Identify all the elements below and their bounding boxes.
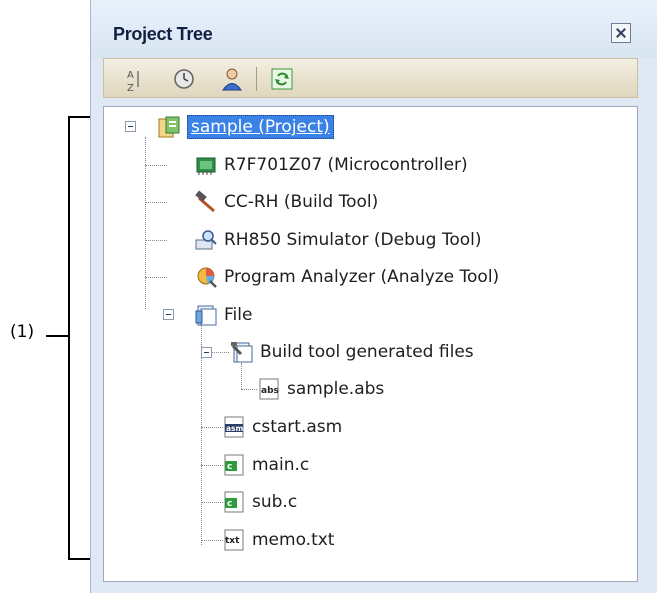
folder-icon [194, 303, 218, 327]
debug-icon [194, 228, 218, 252]
tree-node-label: Build tool generated files [260, 342, 474, 362]
tree-connector [145, 202, 167, 203]
tree-connector [241, 363, 242, 389]
tree-connector [201, 465, 223, 466]
project-tree: sample (Project) R7F701Z07 (Microcontrol… [103, 106, 638, 582]
sort-icon[interactable]: A Z [118, 65, 146, 94]
svg-text:c: c [227, 462, 232, 472]
tree-connector [201, 502, 223, 503]
analyzer-icon [194, 265, 218, 289]
annotation-label: (1) [10, 322, 35, 342]
refresh-icon[interactable] [268, 65, 296, 93]
hammer-icon [194, 190, 218, 214]
tree-node-label: RH850 Simulator (Debug Tool) [224, 230, 482, 250]
tree-node-label: main.c [252, 455, 310, 475]
c-file-icon: c [222, 453, 246, 477]
generated-folder-icon [230, 340, 254, 364]
tree-connector [145, 277, 167, 278]
tree-node-file[interactable]: c sub.c [222, 488, 297, 516]
tree-node-debug-tool[interactable]: RH850 Simulator (Debug Tool) [194, 226, 482, 254]
annotation-bracket-top [68, 116, 90, 118]
tree-connector [241, 389, 257, 390]
collapse-toggle-project[interactable] [125, 121, 136, 132]
svg-text:c: c [227, 499, 232, 509]
annotation-bracket-vertical [68, 116, 70, 560]
annotation-bracket-bottom [68, 558, 90, 560]
tree-node-label: R7F701Z07 (Microcontroller) [224, 155, 468, 175]
c-file-icon: c [222, 490, 246, 514]
close-icon[interactable] [611, 23, 631, 43]
panel-toolbar: A Z [103, 58, 638, 98]
panel-title: Project Tree [113, 24, 213, 44]
project-tree-panel: Project Tree A Z sample (Project) R7F701… [90, 0, 657, 593]
tree-node-build-tool[interactable]: CC-RH (Build Tool) [194, 188, 378, 216]
svg-text:Z: Z [127, 83, 134, 93]
tree-node-label: CC-RH (Build Tool) [224, 192, 379, 212]
tree-node-file-category[interactable]: File [194, 301, 252, 329]
tree-node-label: File [224, 305, 253, 325]
tree-connector [145, 240, 167, 241]
tree-node-analyze-tool[interactable]: Program Analyzer (Analyze Tool) [194, 263, 499, 291]
tree-node-project[interactable]: sample (Project) [157, 113, 334, 141]
tree-node-label: sample.abs [287, 379, 385, 399]
tree-node-label: Program Analyzer (Analyze Tool) [224, 267, 500, 287]
tree-connector [145, 165, 167, 166]
collapse-toggle-file[interactable] [163, 309, 174, 320]
tree-node-generated-files[interactable]: Build tool generated files [230, 338, 474, 366]
clock-icon[interactable] [170, 65, 198, 93]
tree-node-file[interactable]: c main.c [222, 451, 309, 479]
tree-node-label: sub.c [252, 492, 298, 512]
tree-node-label: sample (Project) [187, 115, 334, 139]
asm-file-icon: asm [222, 415, 246, 439]
chip-icon [194, 153, 218, 177]
tree-node-label: cstart.asm [252, 417, 343, 437]
tree-node-file[interactable]: abs sample.abs [257, 375, 384, 403]
tree-connector [201, 540, 223, 541]
svg-text:abs: abs [261, 386, 279, 396]
svg-text:txt: txt [225, 536, 240, 546]
tree-node-microcontroller[interactable]: R7F701Z07 (Microcontroller) [194, 151, 468, 179]
project-icon [157, 115, 181, 139]
txt-file-icon: txt [222, 528, 246, 552]
panel-titlebar: Project Tree [91, 0, 657, 58]
svg-text:asm: asm [226, 424, 244, 433]
tree-connector [201, 427, 223, 428]
tree-node-file[interactable]: asm cstart.asm [222, 413, 342, 441]
svg-text:A: A [127, 70, 134, 81]
tree-connector [201, 325, 202, 545]
user-icon[interactable] [218, 65, 246, 93]
toolbar-separator [256, 67, 257, 91]
annotation-bracket-pointer [46, 335, 68, 337]
tree-node-file[interactable]: txt memo.txt [222, 526, 334, 554]
tree-node-label: memo.txt [252, 530, 335, 550]
collapse-toggle-generated-files[interactable] [201, 347, 212, 358]
tree-connector [145, 137, 146, 309]
abs-file-icon: abs [257, 377, 281, 401]
